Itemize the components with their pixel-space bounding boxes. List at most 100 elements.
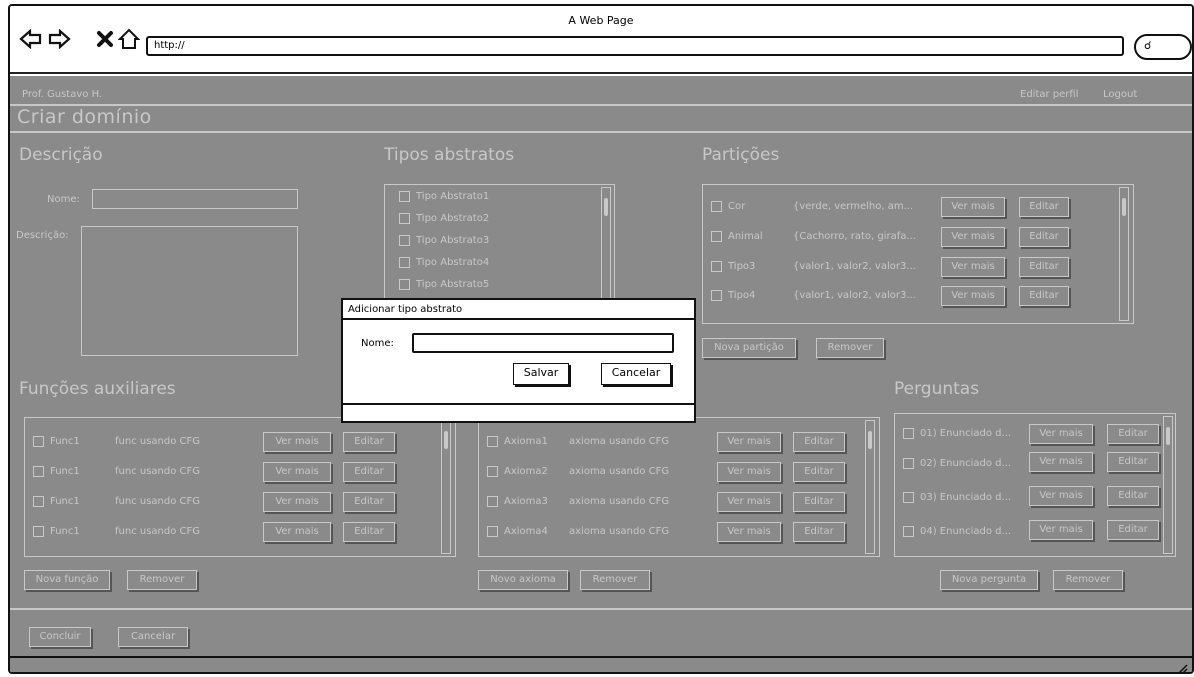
- ver-mais-button[interactable]: Ver mais: [941, 257, 1005, 277]
- list-item[interactable]: Tipo Abstrato2: [399, 213, 489, 224]
- list-item[interactable]: Func1: [33, 496, 80, 507]
- list-item[interactable]: Axioma1: [487, 436, 548, 447]
- resize-grip-icon[interactable]: [1176, 662, 1188, 674]
- cancelar-button[interactable]: Cancelar: [118, 627, 188, 647]
- url-bar[interactable]: http://: [146, 36, 1124, 56]
- nova-particao-button[interactable]: Nova partição: [702, 338, 796, 358]
- scrollbar[interactable]: [1119, 187, 1129, 321]
- editar-button[interactable]: Editar: [793, 462, 845, 482]
- forward-arrow-icon[interactable]: [46, 26, 72, 52]
- editar-button[interactable]: Editar: [1019, 197, 1069, 217]
- list-item[interactable]: 02) Enunciado d...: [903, 458, 1011, 469]
- close-icon[interactable]: [92, 26, 118, 52]
- checkbox[interactable]: [33, 496, 44, 507]
- remover-axioma-button[interactable]: Remover: [580, 570, 650, 590]
- remover-particao-button[interactable]: Remover: [816, 338, 884, 358]
- checkbox[interactable]: [487, 466, 498, 477]
- checkbox[interactable]: [33, 526, 44, 537]
- checkbox[interactable]: [711, 290, 722, 301]
- editar-button[interactable]: Editar: [1019, 286, 1069, 306]
- ver-mais-button[interactable]: Ver mais: [717, 492, 781, 512]
- editar-button[interactable]: Editar: [1107, 520, 1159, 540]
- editar-button[interactable]: Editar: [1019, 227, 1069, 247]
- scrollbar[interactable]: [1163, 416, 1173, 554]
- scrollbar[interactable]: [601, 187, 611, 299]
- editar-button[interactable]: Editar: [343, 522, 395, 542]
- back-arrow-icon[interactable]: [18, 26, 44, 52]
- dialog-name-input[interactable]: [412, 333, 674, 353]
- checkbox[interactable]: [711, 231, 722, 242]
- editar-button[interactable]: Editar: [343, 492, 395, 512]
- nova-funcao-button[interactable]: Nova função: [24, 570, 110, 590]
- checkbox[interactable]: [487, 436, 498, 447]
- checkbox[interactable]: [903, 428, 914, 439]
- search-button[interactable]: ☌: [1134, 34, 1192, 60]
- checkbox[interactable]: [399, 279, 410, 290]
- list-item[interactable]: Tipo Abstrato1: [399, 191, 489, 202]
- editar-button[interactable]: Editar: [1107, 424, 1159, 444]
- editar-button[interactable]: Editar: [793, 432, 845, 452]
- editar-button[interactable]: Editar: [1019, 257, 1069, 277]
- list-item[interactable]: Tipo4: [711, 290, 755, 301]
- concluir-button[interactable]: Concluir: [29, 627, 91, 647]
- ver-mais-button[interactable]: Ver mais: [941, 286, 1005, 306]
- checkbox[interactable]: [711, 201, 722, 212]
- checkbox[interactable]: [399, 191, 410, 202]
- editar-button[interactable]: Editar: [1107, 486, 1159, 506]
- editar-button[interactable]: Editar: [793, 522, 845, 542]
- list-item[interactable]: Cor: [711, 201, 745, 212]
- list-item[interactable]: Animal: [711, 231, 763, 242]
- name-input[interactable]: [92, 189, 298, 209]
- list-item[interactable]: 01) Enunciado d...: [903, 428, 1011, 439]
- ver-mais-button[interactable]: Ver mais: [941, 197, 1005, 217]
- scrollbar[interactable]: [865, 420, 875, 554]
- ver-mais-button[interactable]: Ver mais: [1029, 486, 1093, 506]
- editar-button[interactable]: Editar: [343, 462, 395, 482]
- novo-axioma-button[interactable]: Novo axioma: [478, 570, 568, 590]
- checkbox[interactable]: [487, 496, 498, 507]
- checkbox[interactable]: [399, 257, 410, 268]
- scrollbar[interactable]: [441, 420, 451, 554]
- description-textarea[interactable]: [81, 226, 298, 356]
- list-item[interactable]: Func1: [33, 526, 80, 537]
- editar-button[interactable]: Editar: [793, 492, 845, 512]
- checkbox[interactable]: [33, 436, 44, 447]
- ver-mais-button[interactable]: Ver mais: [717, 432, 781, 452]
- ver-mais-button[interactable]: Ver mais: [263, 432, 331, 452]
- remover-funcao-button[interactable]: Remover: [127, 570, 197, 590]
- list-item[interactable]: Tipo3: [711, 261, 755, 272]
- list-item[interactable]: Tipo Abstrato5: [399, 279, 489, 290]
- list-item[interactable]: Tipo Abstrato3: [399, 235, 489, 246]
- editar-button[interactable]: Editar: [1107, 452, 1159, 472]
- list-item[interactable]: 04) Enunciado d...: [903, 526, 1011, 537]
- list-item[interactable]: Axioma2: [487, 466, 548, 477]
- ver-mais-button[interactable]: Ver mais: [263, 522, 331, 542]
- ver-mais-button[interactable]: Ver mais: [1029, 520, 1093, 540]
- ver-mais-button[interactable]: Ver mais: [263, 492, 331, 512]
- checkbox[interactable]: [399, 213, 410, 224]
- dialog-cancel-button[interactable]: Cancelar: [601, 363, 671, 385]
- ver-mais-button[interactable]: Ver mais: [717, 522, 781, 542]
- ver-mais-button[interactable]: Ver mais: [717, 462, 781, 482]
- scrollbar-thumb[interactable]: [868, 431, 872, 449]
- nova-pergunta-button[interactable]: Nova pergunta: [940, 570, 1038, 590]
- list-item[interactable]: Func1: [33, 466, 80, 477]
- list-item[interactable]: 03) Enunciado d...: [903, 492, 1011, 503]
- scrollbar-thumb[interactable]: [604, 198, 608, 216]
- ver-mais-button[interactable]: Ver mais: [941, 227, 1005, 247]
- list-item[interactable]: Axioma4: [487, 526, 548, 537]
- scrollbar-thumb[interactable]: [1166, 427, 1170, 445]
- scrollbar-thumb[interactable]: [1122, 198, 1126, 216]
- editar-button[interactable]: Editar: [343, 432, 395, 452]
- checkbox[interactable]: [903, 458, 914, 469]
- logout-link[interactable]: Logout: [1103, 89, 1137, 100]
- checkbox[interactable]: [33, 466, 44, 477]
- checkbox[interactable]: [903, 492, 914, 503]
- scrollbar-thumb[interactable]: [444, 431, 448, 449]
- checkbox[interactable]: [903, 526, 914, 537]
- checkbox[interactable]: [399, 235, 410, 246]
- remover-pergunta-button[interactable]: Remover: [1053, 570, 1123, 590]
- edit-profile-link[interactable]: Editar perfil: [1020, 89, 1078, 100]
- ver-mais-button[interactable]: Ver mais: [263, 462, 331, 482]
- list-item[interactable]: Func1: [33, 436, 80, 447]
